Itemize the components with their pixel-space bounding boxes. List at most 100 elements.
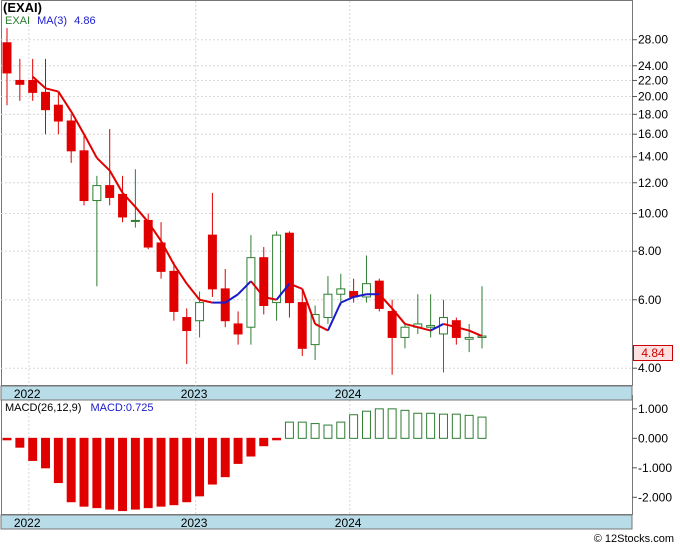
- candle-body: [169, 270, 179, 312]
- macd-bar: [2, 437, 12, 441]
- legend-ma-value: 4.86: [74, 15, 96, 27]
- macd-bar: [464, 414, 474, 439]
- price-tick-label: 6.00: [638, 293, 662, 307]
- macd-bar: [336, 421, 346, 439]
- price-tick-label: 20.00: [638, 90, 668, 104]
- candle-body: [451, 320, 461, 338]
- macd-xtick-2022: 2022: [14, 516, 41, 530]
- macd-tick-label: 0.000: [638, 431, 668, 445]
- candle-body: [464, 336, 474, 340]
- legend-macd-value: MACD:0.725: [90, 402, 154, 414]
- candle-body: [220, 288, 230, 322]
- last-price-label: 4.84: [633, 345, 673, 361]
- legend-macd-params: MACD(26,12,9): [5, 402, 82, 414]
- candle-body: [207, 234, 217, 290]
- candle-body: [182, 317, 192, 332]
- price-tick-label: 28.00: [638, 33, 668, 47]
- candle-body: [66, 120, 76, 152]
- price-legend: EXAI MA(3) 4.86: [5, 15, 96, 27]
- macd-bar: [156, 437, 166, 507]
- candle-body: [297, 302, 307, 349]
- macd-bar: [349, 414, 359, 439]
- macd-bar: [233, 437, 243, 464]
- macd-bar: [323, 424, 333, 439]
- macd-bar: [207, 437, 217, 485]
- candle-body: [246, 257, 256, 328]
- macd-bar: [130, 437, 140, 510]
- macd-bar: [169, 437, 179, 506]
- candle-body: [387, 310, 397, 338]
- macd-bar: [195, 437, 205, 497]
- candle-body: [233, 323, 243, 335]
- legend-ma-label: MA(3): [37, 15, 68, 27]
- macd-bar: [15, 437, 25, 448]
- macd-bar: [66, 437, 76, 503]
- macd-bar: [220, 437, 230, 478]
- macd-xtick-2023: 2023: [181, 516, 208, 530]
- candle-body: [130, 219, 140, 222]
- candle-body: [15, 79, 25, 85]
- macd-bar: [105, 437, 115, 510]
- candle-body: [336, 288, 346, 295]
- macd-bar: [118, 437, 128, 512]
- macd-xaxis-band: [0, 514, 633, 530]
- macd-bar: [246, 437, 256, 457]
- candle-body: [284, 232, 294, 304]
- macd-bar: [451, 413, 461, 439]
- candle-body: [400, 326, 410, 338]
- macd-bar: [374, 408, 384, 439]
- macd-bar: [400, 409, 410, 439]
- chart-title: (EXAI): [3, 0, 42, 15]
- macd-legend: MACD(26,12,9) MACD:0.725: [5, 402, 153, 414]
- macd-tick-label: -1.000: [638, 461, 672, 475]
- macd-bar: [477, 416, 487, 439]
- macd-xtick-2024: 2024: [335, 516, 362, 530]
- candle-body: [92, 185, 102, 202]
- candle-body: [105, 185, 115, 198]
- macd-bar: [259, 437, 269, 447]
- watermark: © 12Stocks.com: [593, 533, 674, 545]
- macd-bar: [79, 437, 89, 507]
- candle-body: [426, 325, 436, 328]
- candle-body: [79, 150, 89, 202]
- macd-bar: [439, 413, 448, 439]
- candle-body: [195, 302, 205, 322]
- macd-bar: [426, 412, 436, 439]
- price-tick-label: 16.00: [638, 127, 668, 141]
- macd-bar: [53, 437, 63, 484]
- candle-body: [477, 335, 487, 338]
- macd-bar: [272, 437, 282, 441]
- price-tick-label: 24.00: [638, 59, 668, 73]
- price-xtick-2023: 2023: [181, 387, 208, 401]
- macd-bar: [28, 437, 38, 461]
- macd-bar: [182, 437, 192, 503]
- macd-tick-label: -2.000: [638, 490, 672, 504]
- price-tick-label: 18.00: [638, 107, 668, 121]
- price-xtick-2022: 2022: [14, 387, 41, 401]
- price-tick-label: 8.00: [638, 244, 662, 258]
- candle-body: [118, 193, 128, 218]
- candle-body: [143, 219, 153, 248]
- price-tick-label: 22.00: [638, 73, 668, 87]
- candle-body: [323, 293, 333, 319]
- macd-bar: [413, 412, 423, 439]
- macd-bar: [284, 421, 294, 439]
- macd-bar: [297, 421, 307, 439]
- macd-bar: [143, 437, 153, 509]
- price-tick-label: 14.00: [638, 150, 668, 164]
- candle-body: [53, 104, 63, 122]
- macd-bar: [92, 437, 102, 509]
- macd-bar: [41, 437, 50, 469]
- price-tick-label: 4.00: [638, 361, 662, 375]
- candle-body: [41, 91, 50, 111]
- macd-bar: [310, 423, 320, 439]
- macd-tick-label: 1.000: [638, 402, 668, 416]
- macd-bar: [361, 410, 371, 439]
- legend-ticker: EXAI: [5, 15, 31, 27]
- price-tick-label: 12.00: [638, 176, 668, 190]
- stock-chart: 4.00 6.00 8.00 10.00 12.00 14.00 16.00 18.00 20.…: [0, 0, 672, 530]
- price-tick-label: 10.00: [638, 207, 668, 221]
- candle-body: [28, 79, 38, 93]
- price-xtick-2024: 2024: [335, 387, 362, 401]
- macd-bar: [387, 408, 397, 439]
